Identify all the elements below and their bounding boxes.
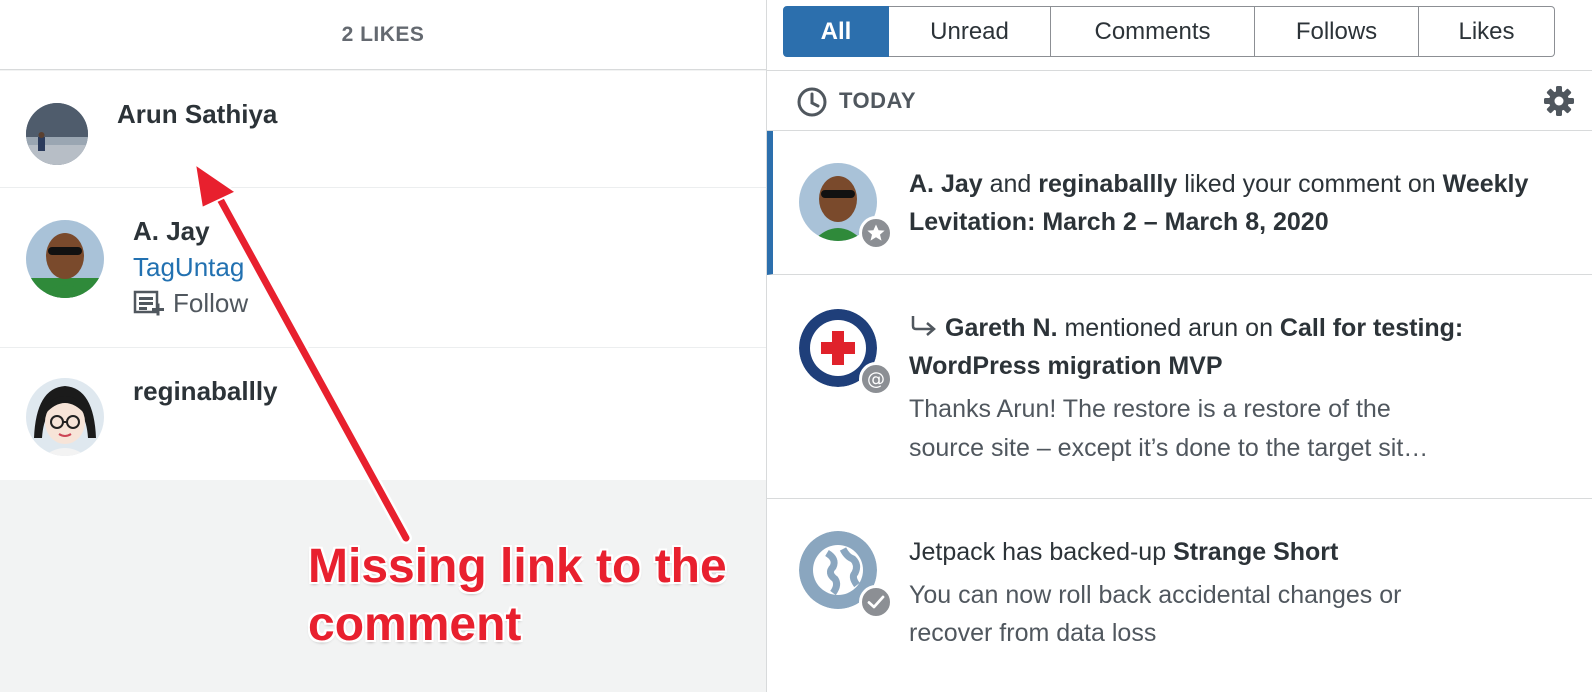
liker-name[interactable]: A. Jay <box>133 216 210 247</box>
at-icon: @ <box>867 369 885 390</box>
avatar[interactable] <box>26 220 104 298</box>
liker-row[interactable]: reginaballly <box>0 348 766 480</box>
notification-badge <box>859 585 893 619</box>
notification-text: Jetpack has backed-up Strange Short <box>909 538 1339 566</box>
likes-header: 2 LIKES <box>0 0 766 70</box>
notification-badge: @ <box>859 362 893 396</box>
liker-row[interactable]: A. Jay TagUntag Follow <box>0 188 766 348</box>
mention-reply-icon <box>911 316 936 336</box>
notification-excerpt: source site – except it’s done to the ta… <box>909 434 1429 462</box>
notification-excerpt: Thanks Arun! The restore is a restore of… <box>909 395 1391 423</box>
check-icon <box>867 595 885 609</box>
section-label: TODAY <box>839 88 917 113</box>
liker-row[interactable]: Arun Sathiya <box>0 71 766 188</box>
notification-item[interactable]: @ Gareth N. mentioned arun on Call for t… <box>767 275 1592 499</box>
section-header: TODAY <box>767 70 1592 131</box>
reader-follow-icon <box>133 290 164 315</box>
gear-icon[interactable] <box>1543 85 1575 117</box>
notification-badge <box>859 216 893 250</box>
tab-likes[interactable]: Likes <box>1419 6 1555 57</box>
follow-button[interactable]: Follow <box>133 288 248 319</box>
notification-body: You can now roll back accidental changes… <box>909 581 1402 609</box>
notification-item[interactable]: A. Jay and reginaballly liked your comme… <box>767 131 1592 275</box>
liker-site-link[interactable]: TagUntag <box>133 252 244 283</box>
liker-name[interactable]: Arun Sathiya <box>117 99 277 130</box>
notifications-panel: All Unread Comments Follows Likes TODAY <box>766 0 1592 692</box>
avatar[interactable] <box>26 103 88 165</box>
notification-text: Gareth N. mentioned arun on Call for tes… <box>909 314 1464 380</box>
tab-unread[interactable]: Unread <box>889 6 1051 57</box>
annotation-text: Missing link to the comment <box>308 540 727 651</box>
follow-label: Follow <box>173 288 249 318</box>
notification-text: A. Jay and reginaballly liked your comme… <box>909 170 1529 236</box>
tab-follows[interactable]: Follows <box>1255 6 1419 57</box>
star-icon <box>867 224 885 241</box>
svg-text:@: @ <box>867 369 885 390</box>
notification-item[interactable]: Jetpack has backed-up Strange Short You … <box>767 499 1592 692</box>
notification-body: recover from data loss <box>909 619 1157 647</box>
actor-name[interactable]: reginaballly <box>1038 170 1177 198</box>
clock-icon <box>797 87 827 117</box>
liker-name[interactable]: reginaballly <box>133 376 278 407</box>
filter-tabs: All Unread Comments Follows Likes <box>783 6 1555 57</box>
tab-comments[interactable]: Comments <box>1051 6 1255 57</box>
site-name[interactable]: Strange Short <box>1173 538 1338 566</box>
tab-all[interactable]: All <box>783 6 889 57</box>
avatar[interactable] <box>26 378 104 456</box>
actor-name[interactable]: Gareth N. <box>945 314 1058 342</box>
likes-count: 2 LIKES <box>341 22 425 46</box>
actor-name[interactable]: A. Jay <box>909 170 983 198</box>
